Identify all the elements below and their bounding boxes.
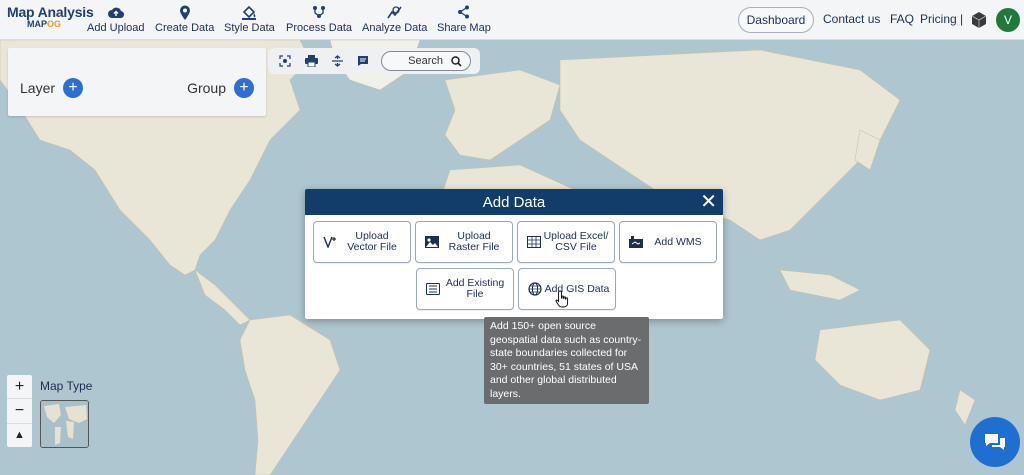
add-wms-button[interactable]: Add WMS <box>619 221 717 263</box>
nav-add-upload[interactable]: Add Upload <box>87 4 145 34</box>
zoom-controls: + − ▲ <box>7 375 32 447</box>
brand-subtitle-a: MAP <box>27 19 47 29</box>
existing-file-icon <box>425 281 441 297</box>
layer-label: Layer <box>20 80 56 96</box>
option-label: Upload Raster File <box>440 231 512 253</box>
brand-title: Map Analysis <box>7 4 94 20</box>
share-icon <box>457 4 470 20</box>
faq-link[interactable]: FAQ <box>890 12 914 26</box>
option-label-line2: CSV File <box>555 241 597 253</box>
option-label-line2: Raster File <box>448 241 500 253</box>
north-arrow-icon[interactable]: ▲ <box>7 424 32 447</box>
top-navbar: Map Analysis MAPOG Add Upload Create Dat… <box>0 0 1024 40</box>
hand-cursor-icon <box>555 290 569 308</box>
spreadsheet-icon <box>526 234 542 250</box>
add-group-button[interactable]: + <box>234 78 254 98</box>
add-layer-button[interactable]: + <box>63 78 84 98</box>
search-icon <box>451 55 462 67</box>
avatar[interactable]: V <box>996 8 1020 32</box>
nav-create-data[interactable]: Create Data <box>155 4 214 34</box>
layer-panel: Layer + Group + <box>8 48 266 116</box>
print-icon[interactable] <box>298 48 324 74</box>
gis-data-tooltip: Add 150+ open source geospatial data suc… <box>484 317 649 404</box>
nav-share-map[interactable]: Share Map <box>437 4 491 34</box>
map-type-label: Map Type <box>40 379 93 393</box>
map-pin-icon <box>179 4 191 20</box>
zoom-in-button[interactable]: + <box>7 375 32 400</box>
upload-excel-csv-file-button[interactable]: Upload Excel/CSV File <box>517 221 615 263</box>
brand-subtitle-b: OG <box>47 19 62 29</box>
option-label: Add GIS Data <box>544 282 610 295</box>
locate-icon[interactable] <box>272 48 298 74</box>
nav-label: Analyze Data <box>362 22 428 34</box>
nav-analyze-data[interactable]: Analyze Data <box>362 4 427 34</box>
nav-label: Share Map <box>437 22 491 34</box>
group-control: Group + <box>187 78 254 98</box>
option-label-line2: File <box>466 288 484 300</box>
chat-button[interactable] <box>970 417 1020 467</box>
map-type-thumbnail[interactable] <box>40 400 89 448</box>
upload-vector-file-button[interactable]: Upload Vector File <box>313 221 411 263</box>
search-label: Search <box>408 55 443 67</box>
close-icon[interactable]: ✕ <box>700 191 717 213</box>
process-icon <box>312 4 326 20</box>
nav-style-data[interactable]: Style Data <box>224 4 275 34</box>
search-button[interactable]: Search <box>381 51 471 71</box>
brand-logo[interactable]: Map Analysis MAPOG <box>7 4 94 29</box>
modal-title: Add Data <box>482 193 546 211</box>
vector-icon <box>322 234 338 250</box>
nav-label: Style Data <box>224 22 275 34</box>
comment-icon[interactable] <box>350 48 376 74</box>
map-toolbar: Search <box>268 48 480 74</box>
option-label: Add WMS <box>654 235 702 248</box>
option-label: Upload Vector File <box>338 231 410 253</box>
dashboard-button[interactable]: Dashboard <box>738 7 814 33</box>
nav-label: Create Data <box>155 22 215 34</box>
zoom-out-button[interactable]: − <box>7 399 32 424</box>
raster-image-icon <box>424 234 440 250</box>
measure-icon[interactable] <box>324 48 350 74</box>
group-label: Group <box>187 80 226 96</box>
cloud-upload-icon <box>107 4 124 20</box>
option-label-line2: Vector File <box>347 241 397 253</box>
upload-raster-file-button[interactable]: Upload Raster File <box>415 221 513 263</box>
option-label: Upload Excel/CSV File <box>542 231 614 253</box>
wms-icon <box>628 234 644 250</box>
contact-us-link[interactable]: Contact us <box>823 12 880 26</box>
pricing-link[interactable]: Pricing | <box>920 12 963 26</box>
modal-header: Add Data ✕ <box>305 189 723 215</box>
layer-control: Layer + <box>20 78 84 98</box>
cube-icon[interactable] <box>970 11 988 29</box>
globe-icon <box>527 281 543 297</box>
nav-process-data[interactable]: Process Data <box>286 4 352 34</box>
brand-subtitle: MAPOG <box>27 19 87 29</box>
nav-label: Process Data <box>286 22 353 34</box>
add-existing-file-button[interactable]: Add Existing File <box>416 268 514 310</box>
paint-bucket-icon <box>241 4 257 20</box>
chat-icon <box>985 434 1005 450</box>
nav-label: Add Upload <box>87 22 145 34</box>
option-label: Add Existing File <box>441 278 513 300</box>
layer-panel-row: Layer + Group + <box>20 78 254 98</box>
analyze-icon <box>387 4 402 20</box>
